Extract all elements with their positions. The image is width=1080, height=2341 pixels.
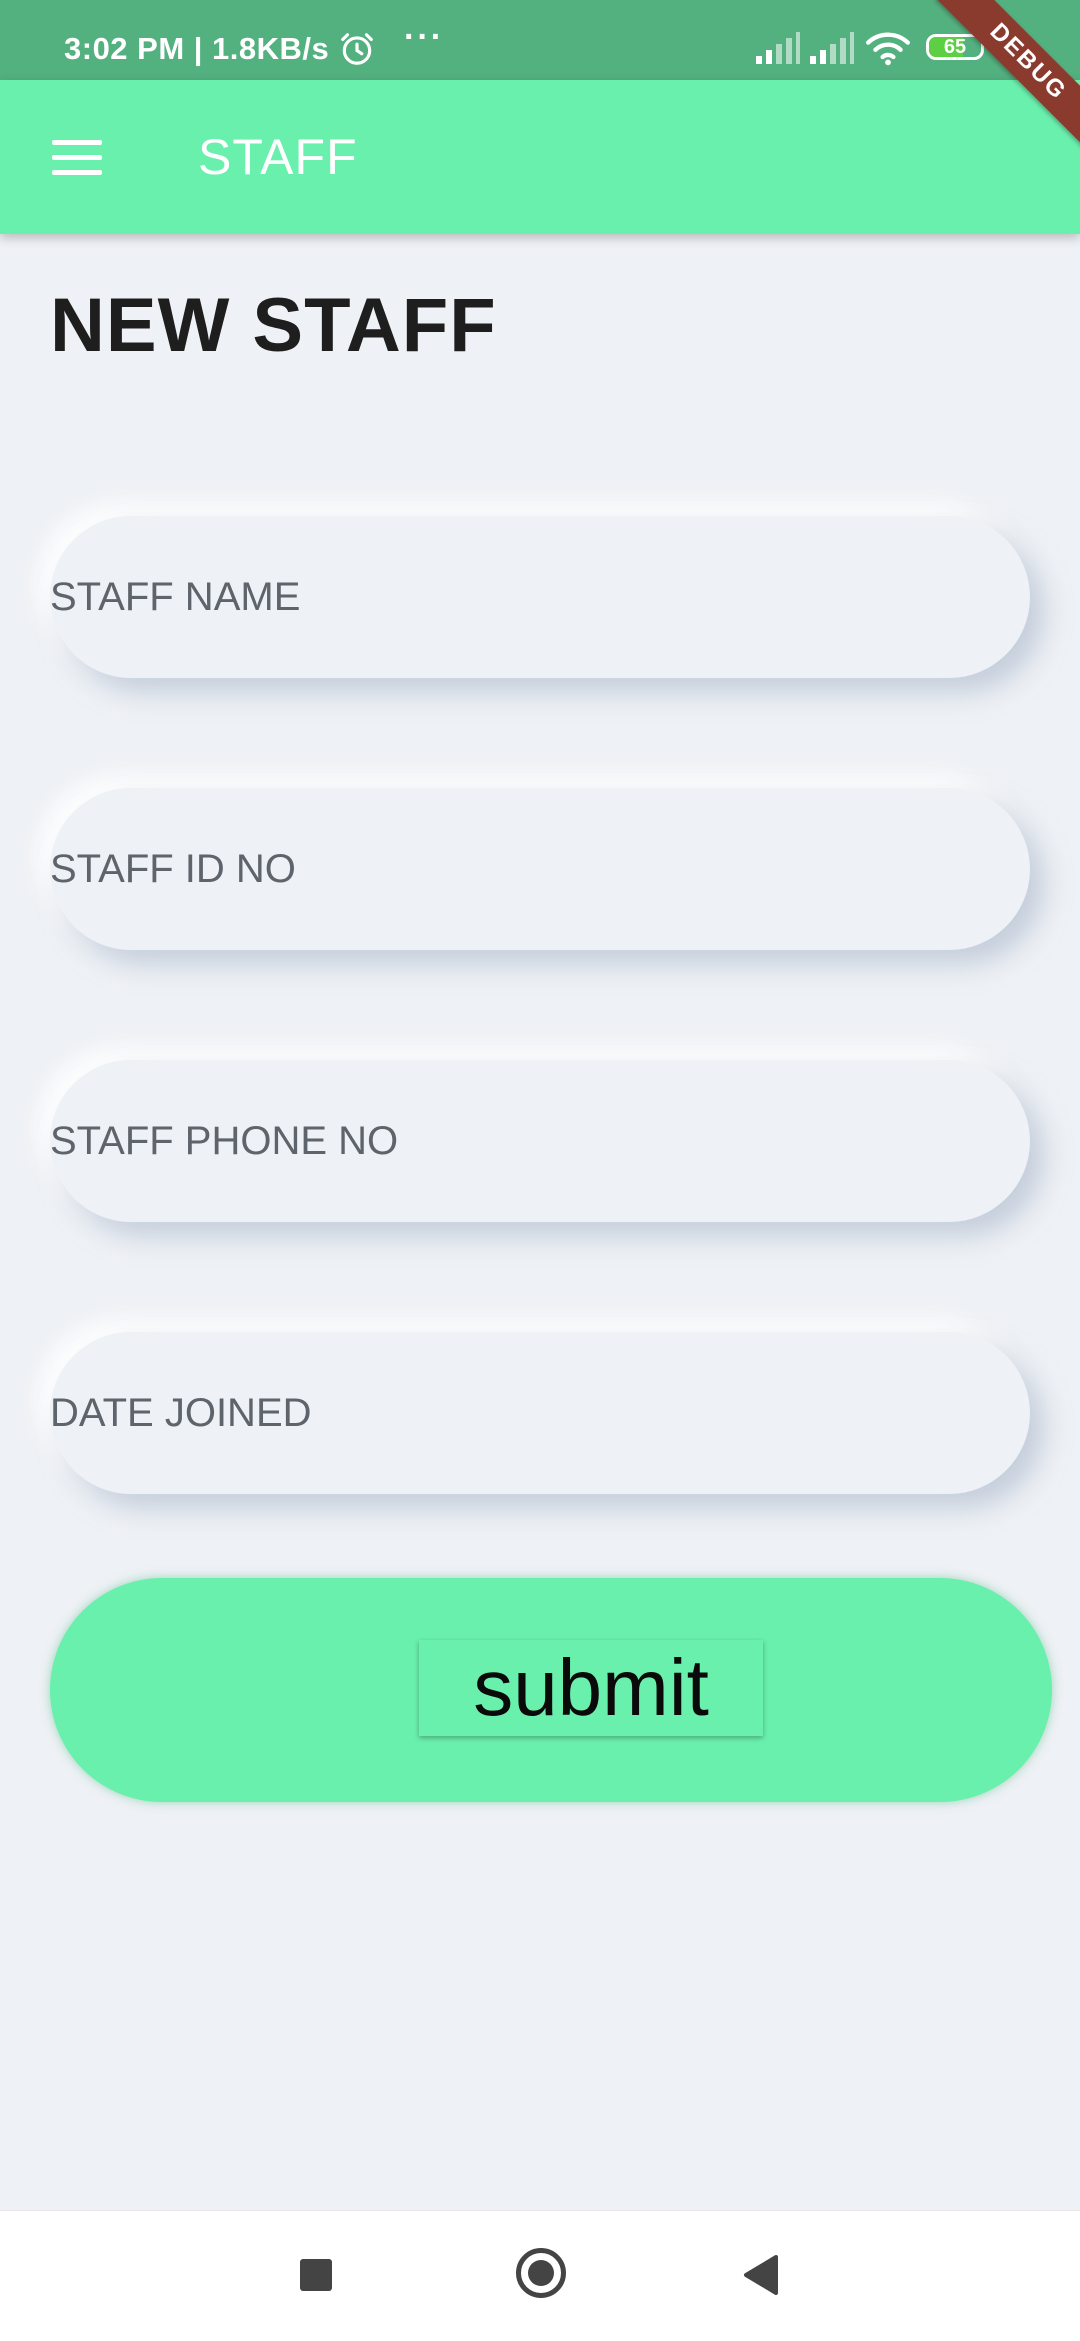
staff-id-input[interactable]: [50, 788, 1030, 950]
submit-button[interactable]: submit: [419, 1640, 763, 1736]
status-time: 3:02 PM | 1.8KB/s: [64, 31, 330, 66]
staff-phone-input[interactable]: [50, 1060, 1030, 1222]
recent-apps-icon[interactable]: [300, 2259, 332, 2291]
date-joined-field[interactable]: [50, 1332, 1030, 1494]
signal-icon: [810, 32, 854, 64]
staff-phone-field[interactable]: [50, 1060, 1030, 1222]
page-title: NEW STAFF: [50, 283, 497, 368]
battery-level-text: 65: [943, 36, 967, 58]
staff-id-field[interactable]: [50, 788, 1030, 950]
app-bar: STAFF: [0, 80, 1080, 234]
staff-name-input[interactable]: [50, 516, 1030, 678]
app-bar-title: STAFF: [198, 129, 358, 185]
submit-button-container[interactable]: submit: [50, 1578, 1052, 1802]
hamburger-menu-icon[interactable]: [52, 140, 102, 176]
date-joined-input[interactable]: [50, 1332, 1030, 1494]
staff-name-field[interactable]: [50, 516, 1030, 678]
more-notifications-icon: ···: [404, 18, 444, 56]
back-icon[interactable]: [742, 2255, 778, 2295]
alarm-icon: [341, 33, 373, 65]
status-bar: 3:02 PM | 1.8KB/s ··· 65: [0, 0, 1080, 80]
system-nav-bar: [0, 2210, 1080, 2341]
home-icon[interactable]: [516, 2248, 566, 2298]
signal-icon: [756, 32, 800, 64]
wifi-icon: [866, 32, 910, 66]
